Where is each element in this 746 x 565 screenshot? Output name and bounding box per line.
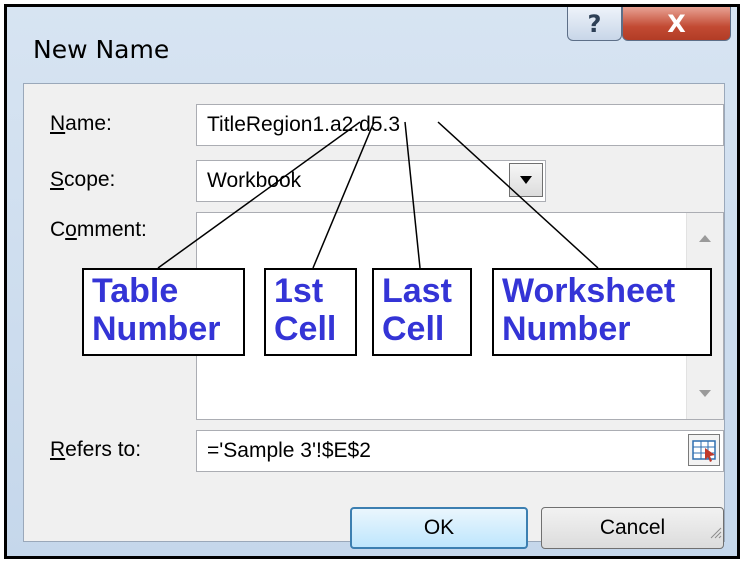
table-number-pointer [157, 121, 361, 269]
last-cell-pointer [404, 121, 421, 269]
callout-line: Last [382, 272, 452, 310]
callout-line: Cell [274, 310, 337, 348]
callout-line: Table [92, 272, 179, 310]
callout-line: Worksheet [502, 272, 676, 310]
first-cell-pointer [312, 121, 375, 269]
callout-line: 1st [274, 272, 324, 310]
callout-last-cell: Last Cell [372, 268, 472, 356]
callout-line: Number [92, 310, 221, 348]
worksheet-number-pointer [437, 121, 599, 269]
callout-table-number: Table Number [82, 268, 245, 356]
callout-worksheet-number: Worksheet Number [492, 268, 712, 356]
callout-line: Number [502, 310, 631, 348]
callout-first-cell: 1st Cell [264, 268, 357, 356]
callout-line: Cell [382, 310, 445, 348]
